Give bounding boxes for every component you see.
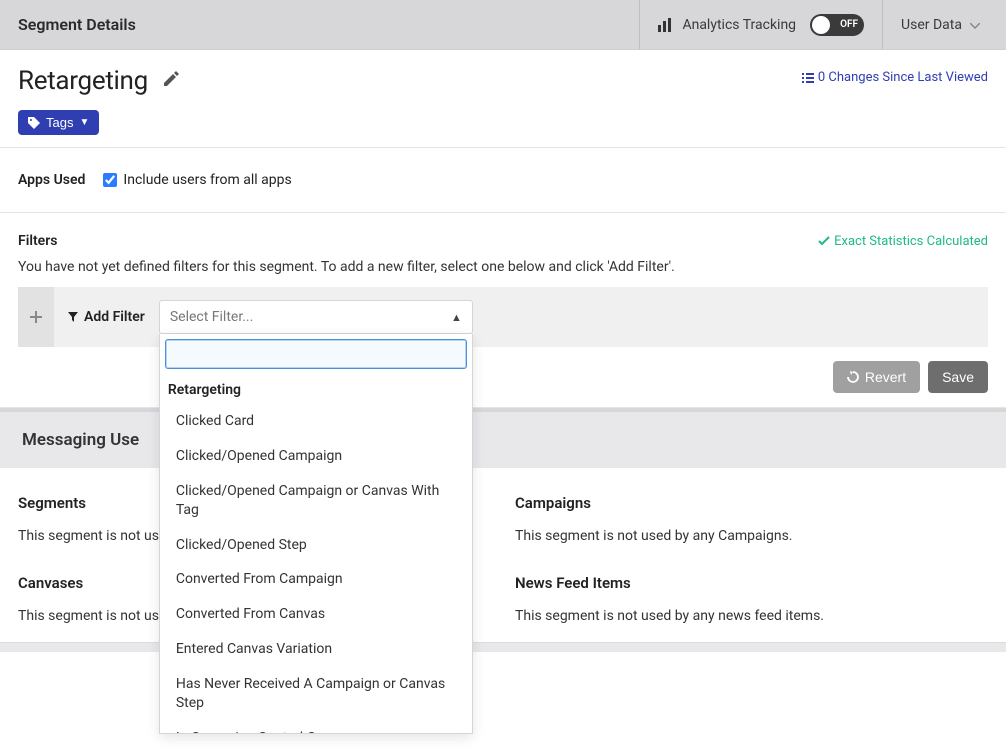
- list-icon: [802, 73, 814, 83]
- toggle-knob: [812, 16, 830, 34]
- dropdown-item[interactable]: Clicked Card: [160, 404, 472, 439]
- check-icon: [818, 236, 830, 246]
- user-data-label: User Data: [901, 17, 962, 33]
- include-apps-label: Include users from all apps: [123, 172, 291, 188]
- filters-title: Filters: [18, 233, 57, 249]
- add-filter-plus[interactable]: [18, 287, 54, 347]
- changes-link[interactable]: 0 Changes Since Last Viewed: [802, 70, 988, 85]
- toggle-state: OFF: [840, 19, 858, 30]
- dropdown-item[interactable]: Clicked/Opened Campaign or Canvas With T…: [160, 474, 472, 528]
- funnel-icon: [68, 312, 78, 322]
- bottom-strip: [0, 642, 1006, 652]
- dropdown-item[interactable]: Converted From Canvas: [160, 597, 472, 632]
- messaging-grid: Segments This segment is not used by any…: [0, 468, 1006, 642]
- dropdown-item[interactable]: Clicked/Opened Campaign: [160, 439, 472, 474]
- dropdown-group-label: Retargeting: [160, 374, 472, 404]
- top-right: Analytics Tracking OFF User Data: [639, 0, 1006, 49]
- dropdown-search-wrap: [160, 334, 472, 374]
- dropdown-list[interactable]: Retargeting Clicked Card Clicked/Opened …: [160, 374, 472, 734]
- footer-row: Revert Save: [0, 347, 1006, 408]
- segment-name-row: Retargeting: [18, 66, 180, 96]
- dropdown-search-input[interactable]: [166, 340, 466, 368]
- dropdown-item[interactable]: In Campaign Control Group: [160, 721, 472, 734]
- apps-used-row: Apps Used Include users from all apps: [0, 148, 1006, 213]
- dropdown-item[interactable]: Entered Canvas Variation: [160, 632, 472, 667]
- tags-label: Tags: [46, 115, 73, 130]
- tags-button[interactable]: Tags ▼: [18, 110, 99, 135]
- page-title: Segment Details: [0, 15, 639, 34]
- filter-select-placeholder: Select Filter...: [170, 309, 253, 325]
- messaging-block-text: This segment is not used by any Campaign…: [515, 528, 988, 544]
- analytics-label: Analytics Tracking: [682, 17, 796, 33]
- add-filter-label-wrap: Add Filter: [54, 287, 159, 347]
- filters-head: Filters Exact Statistics Calculated: [18, 233, 988, 249]
- dropdown-item[interactable]: Clicked/Opened Step: [160, 528, 472, 563]
- top-bar: Segment Details Analytics Tracking OFF U…: [0, 0, 1006, 50]
- segment-header: Retargeting Tags ▼ 0 Changes Since Last …: [0, 50, 1006, 147]
- caret-down-icon: ▼: [79, 117, 89, 128]
- revert-button[interactable]: Revert: [833, 361, 920, 393]
- save-button[interactable]: Save: [928, 361, 988, 393]
- dropdown-item[interactable]: Converted From Campaign: [160, 562, 472, 597]
- toggle-switch[interactable]: OFF: [810, 14, 864, 36]
- stats-calculated: Exact Statistics Calculated: [818, 234, 988, 249]
- segment-header-left: Retargeting Tags ▼: [18, 66, 180, 135]
- revert-label: Revert: [865, 369, 906, 385]
- messaging-block-title: Campaigns: [515, 494, 988, 512]
- filters-description: You have not yet defined filters for thi…: [18, 259, 988, 275]
- edit-pencil-icon[interactable]: [162, 70, 180, 92]
- filter-select-box[interactable]: Select Filter... ▲: [159, 300, 473, 334]
- analytics-tracking-toggle[interactable]: Analytics Tracking OFF: [639, 0, 882, 49]
- plus-icon: [30, 311, 42, 323]
- revert-icon: [847, 371, 859, 383]
- filter-dropdown: Retargeting Clicked Card Clicked/Opened …: [159, 334, 473, 734]
- chevron-down-icon: [970, 17, 988, 33]
- changes-text: 0 Changes Since Last Viewed: [818, 70, 988, 85]
- messaging-use-header: Messaging Use: [0, 408, 1006, 468]
- caret-up-icon: ▲: [451, 311, 462, 324]
- add-filter-text: Add Filter: [84, 309, 145, 325]
- user-data-menu[interactable]: User Data: [882, 0, 1006, 49]
- filter-select: Select Filter... ▲ Retargeting Clicked C…: [159, 300, 473, 334]
- messaging-block-text: This segment is not used by any news fee…: [515, 608, 988, 624]
- add-filter-bar: Add Filter Select Filter... ▲ Retargetin…: [18, 287, 988, 347]
- segment-name: Retargeting: [18, 66, 148, 96]
- messaging-block-title: News Feed Items: [515, 574, 988, 592]
- include-apps-checkbox[interactable]: [103, 173, 117, 187]
- tag-icon: [28, 117, 40, 129]
- messaging-block-campaigns: Campaigns This segment is not used by an…: [515, 494, 988, 544]
- bar-chart-icon: [658, 18, 674, 32]
- stats-label: Exact Statistics Calculated: [834, 234, 988, 249]
- include-apps-checkbox-wrap[interactable]: Include users from all apps: [103, 172, 291, 188]
- messaging-block-newsfeed: News Feed Items This segment is not used…: [515, 574, 988, 624]
- filters-section: Filters Exact Statistics Calculated You …: [0, 213, 1006, 347]
- save-label: Save: [942, 369, 974, 385]
- apps-used-label: Apps Used: [18, 172, 85, 188]
- dropdown-item[interactable]: Has Never Received A Campaign or Canvas …: [160, 667, 472, 721]
